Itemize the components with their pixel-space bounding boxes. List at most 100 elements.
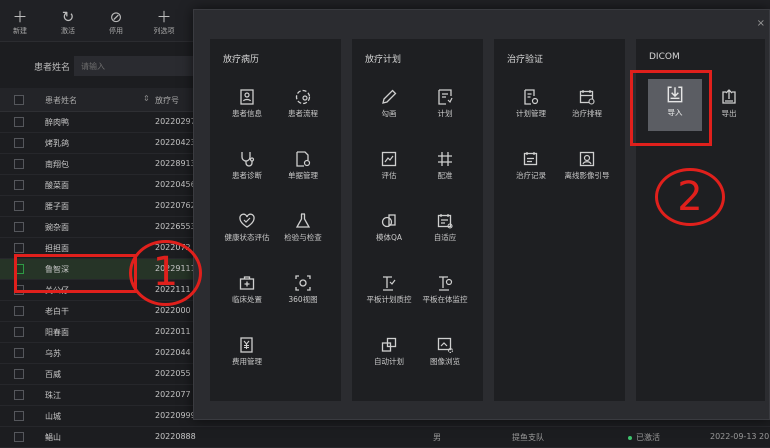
cell-treatment-id: 20220888: [155, 432, 196, 441]
activate-button[interactable]: ↻ 激活: [50, 8, 86, 40]
cell-patient-name: 腰子面: [45, 202, 69, 211]
panel-treatment-verification: 治疗验证 计划管理 治疗排程 治疗记录 离线影像引导: [494, 39, 625, 401]
row-checkbox[interactable]: [14, 159, 24, 169]
cell-gender: 男: [433, 433, 441, 442]
disable-button[interactable]: ⊘ 停用: [98, 8, 134, 40]
medical-kit-icon: [239, 276, 255, 290]
tile-panel-in-vivo-monitor[interactable]: 平板在体监控: [418, 270, 472, 320]
plus-icon: ＋: [156, 8, 172, 26]
stethoscope-icon: [241, 152, 255, 167]
sort-icon[interactable]: ⇕: [143, 94, 150, 103]
patient-name-label: 患者姓名: [34, 63, 71, 73]
cell-treatment-id: 2022000: [155, 306, 191, 315]
panel-treatment-plan: 放疗计划 勾画 计划 评估 配准 模体QA 自适应 平板计划质控 平板在体监控 …: [352, 39, 483, 401]
column-header-id[interactable]: 放疗号: [155, 95, 179, 106]
row-checkbox[interactable]: [14, 117, 24, 127]
annotation-circle-1: 1: [129, 240, 202, 306]
cell-treatment-id: 2022055: [155, 369, 191, 378]
tile-billing[interactable]: 费用管理: [220, 332, 274, 382]
plus-icon: ＋: [12, 8, 28, 26]
cell-treatment-id: 20226553: [155, 222, 196, 231]
cell-treatment-id: 20220456: [155, 180, 196, 189]
tile-treatment-record[interactable]: 治疗记录: [504, 146, 558, 196]
pen-icon: [382, 89, 397, 104]
cell-patient-name: 百威: [45, 370, 61, 379]
flask-icon: [295, 213, 311, 228]
tile-offline-image-guidance[interactable]: 离线影像引导: [560, 146, 614, 196]
cell-treatment-id: 2022011: [155, 327, 191, 336]
tile-360-view[interactable]: 360视图: [276, 270, 330, 320]
grid-hash-icon: [438, 152, 452, 166]
cell-treatment-id: 20220762: [155, 201, 196, 210]
row-checkbox[interactable]: [14, 327, 24, 337]
export-icon: [722, 89, 736, 104]
plan-document-icon: [438, 89, 453, 105]
app-window: ＋ 新建 ↻ 激活 ⊘ 停用 ＋ 列选项 患者姓名 患者姓名 ⇕ 放疗号 醉肉鸭…: [0, 0, 770, 448]
status-dot: [628, 435, 632, 440]
tile-plan-management[interactable]: 计划管理: [504, 84, 558, 134]
cell-patient-name: 酸菜面: [45, 181, 69, 190]
tile-patient-flow[interactable]: 患者流程: [276, 84, 330, 134]
heart-check-icon: [239, 213, 255, 228]
cell-patient-name: 鲳山: [45, 433, 61, 442]
patient-flow-icon: [295, 89, 311, 105]
row-checkbox[interactable]: [14, 222, 24, 232]
row-checkbox[interactable]: [14, 369, 24, 379]
panel-plan-qc-icon: [383, 276, 396, 291]
row-checkbox[interactable]: [14, 411, 24, 421]
image-browse-icon: [437, 337, 454, 354]
phantom-qa-icon: [381, 214, 396, 228]
cell-patient-name: 乌苏: [45, 349, 61, 358]
panel-title: 放疗计划: [365, 55, 402, 65]
status-text: 已激活: [636, 433, 660, 442]
cell-treatment-id: 2022077: [155, 390, 191, 399]
row-checkbox[interactable]: [14, 201, 24, 211]
tile-document-management[interactable]: 单据管理: [276, 146, 330, 196]
patient-name-input[interactable]: [74, 56, 200, 76]
select-all-checkbox[interactable]: [14, 95, 24, 105]
cell-patient-name: 阳春面: [45, 328, 69, 337]
cell-patient-name: 南翔包: [45, 160, 69, 169]
tile-image-browse[interactable]: 图像浏览: [418, 332, 472, 382]
row-checkbox[interactable]: [14, 348, 24, 358]
row-checkbox[interactable]: [14, 138, 24, 148]
tile-treatment-schedule[interactable]: 治疗排程: [560, 84, 614, 134]
tile-contour[interactable]: 勾画: [362, 84, 416, 134]
cell-treatment-id: 2022044: [155, 348, 191, 357]
new-button[interactable]: ＋ 新建: [2, 8, 38, 40]
tile-panel-plan-qc[interactable]: 平板计划质控: [362, 270, 416, 320]
column-options-button[interactable]: ＋ 列选项: [146, 8, 182, 40]
cell-treatment-id: 20220297: [155, 117, 196, 126]
row-checkbox[interactable]: [14, 180, 24, 190]
row-checkbox[interactable]: [14, 390, 24, 400]
panel-treatment-record: 放疗病历 患者信息 患者流程 患者诊断 单据管理 健康状态评估 检验与检查 临床…: [210, 39, 341, 401]
tile-registration[interactable]: 配准: [418, 146, 472, 196]
cell-treatment-id: 20220999: [155, 411, 196, 420]
close-icon[interactable]: ×: [757, 18, 765, 29]
column-header-name[interactable]: 患者姓名: [45, 95, 77, 106]
tile-evaluate[interactable]: 评估: [362, 146, 416, 196]
tile-clinical-treatment[interactable]: 临床处置: [220, 270, 274, 320]
row-checkbox[interactable]: [14, 243, 24, 253]
cell-patient-name: 豌杂面: [45, 223, 69, 232]
panel-title: 放疗病历: [223, 55, 260, 65]
row-checkbox[interactable]: [14, 432, 24, 442]
tile-phantom-qa[interactable]: 模体QA: [362, 208, 416, 258]
highlight-import-tile: [630, 70, 712, 146]
cell-patient-name: 山城: [45, 412, 61, 421]
tile-health-assessment[interactable]: 健康状态评估: [220, 208, 274, 258]
tile-auto-plan[interactable]: 自动计划: [362, 332, 416, 382]
tile-patient-diagnosis[interactable]: 患者诊断: [220, 146, 274, 196]
cell-patient-name: 老白干: [45, 307, 69, 316]
row-checkbox[interactable]: [14, 306, 24, 316]
plan-manage-icon: [524, 89, 539, 105]
tile-adaptive[interactable]: 自适应: [418, 208, 472, 258]
tile-patient-info[interactable]: 患者信息: [220, 84, 274, 134]
search-bar: 患者姓名: [0, 54, 200, 78]
record-calendar-icon: [523, 152, 538, 166]
cell-patient-name: 珠江: [45, 391, 61, 400]
table-row[interactable]: 鲳山 20220888 男 提鱼支队 已激活 2022-09-13 20: [0, 427, 770, 448]
view-360-icon: [295, 275, 311, 291]
tile-plan[interactable]: 计划: [418, 84, 472, 134]
tile-lab-tests[interactable]: 检验与检查: [276, 208, 330, 258]
